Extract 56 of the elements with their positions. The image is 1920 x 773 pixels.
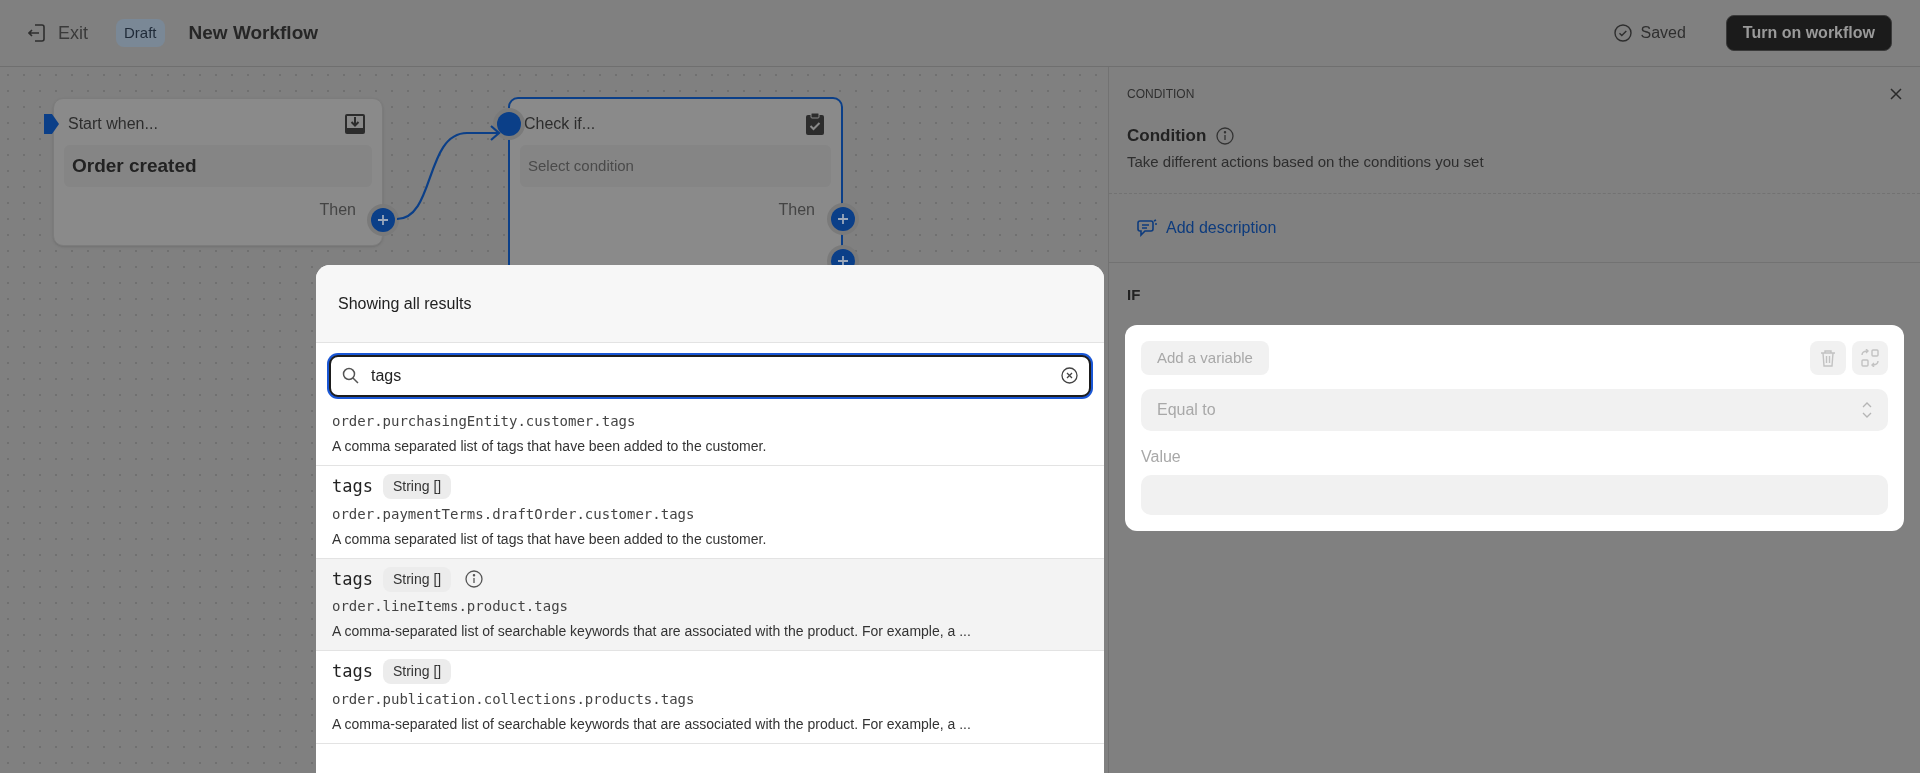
variable-path: order.paymentTerms.draftOrder.customer.tags [332,504,696,524]
result-row[interactable]: tags String [] order.lineItems.product.tags A comma-separated list of searchable keywords that are associated with the product. For example, a ... [316,558,1104,651]
plus-icon [377,214,389,226]
trigger-value[interactable]: Order created [64,145,372,187]
then-label: Then [319,200,356,220]
info-icon[interactable] [1216,126,1235,145]
trash-icon [1820,349,1836,367]
variable-description: A comma-separated list of searchable keywords that are associated with the product. For example, a ... [332,622,972,641]
results-heading: Showing all results [338,293,472,314]
close-button[interactable] [1890,88,1902,100]
info-icon[interactable] [465,570,484,589]
then-label: Then [778,200,815,220]
variable-name: tags [332,475,373,498]
workflow-title: New Workflow [188,20,319,45]
swap-icon [1861,349,1879,367]
condition-select[interactable]: Select condition [520,145,831,187]
panel-subtitle: Take different actions based on the conditions you set [1127,151,1485,172]
saved-status: Saved [1640,23,1686,43]
plus-icon [837,213,849,225]
variable-description: A comma separated list of tags that have been added to the customer. [332,529,768,549]
panel-eyebrow: CONDITION [1127,86,1195,103]
node-header: Start when... [68,114,158,134]
variable-name: tags [332,660,373,683]
operator-select[interactable]: Equal to [1141,389,1888,431]
variable-path: order.publication.collections.products.tags [332,689,696,709]
variable-description: A comma-separated list of searchable keywords that are associated with the product. For example, a ... [332,714,972,734]
clear-icon[interactable] [1061,367,1078,384]
node-input-handle[interactable] [497,112,521,136]
turn-on-workflow-button[interactable]: Turn on workflow [1725,15,1892,51]
variable-path: order.purchasingEntity.customer.tags [332,412,637,431]
variable-path: order.lineItems.product.tags [332,597,569,616]
speech-bubble-icon [1137,219,1157,237]
node-header: Check if... [524,114,596,134]
download-tray-icon [344,113,366,135]
exit-icon [28,23,46,43]
panel-title: Condition [1127,125,1207,147]
value-label: Value [1141,447,1182,467]
entry-marker-icon [42,112,60,136]
clipboard-check-icon [805,112,825,136]
search-field[interactable]: tags [329,355,1091,397]
plus-icon [837,255,849,267]
exit-button[interactable]: Exit [28,19,88,47]
type-tag: String [] [382,474,452,500]
variable-description: A comma separated list of tags that have been added to the customer. [332,437,768,456]
type-tag: String [] [382,659,452,685]
add-description-button[interactable]: Add description [1137,216,1277,240]
draft-badge: Draft [116,18,165,48]
variable-name: tags [332,567,373,591]
workflow-node[interactable]: Start when... Order created Then [53,98,383,246]
section-label: IF [1127,286,1141,303]
add-step-button[interactable] [371,208,395,232]
type-tag: String [] [382,566,452,592]
chevron-up-down-icon [1862,402,1872,418]
check-circle-icon [1614,24,1633,42]
search-icon [342,367,359,384]
add-step-button[interactable] [831,207,855,231]
